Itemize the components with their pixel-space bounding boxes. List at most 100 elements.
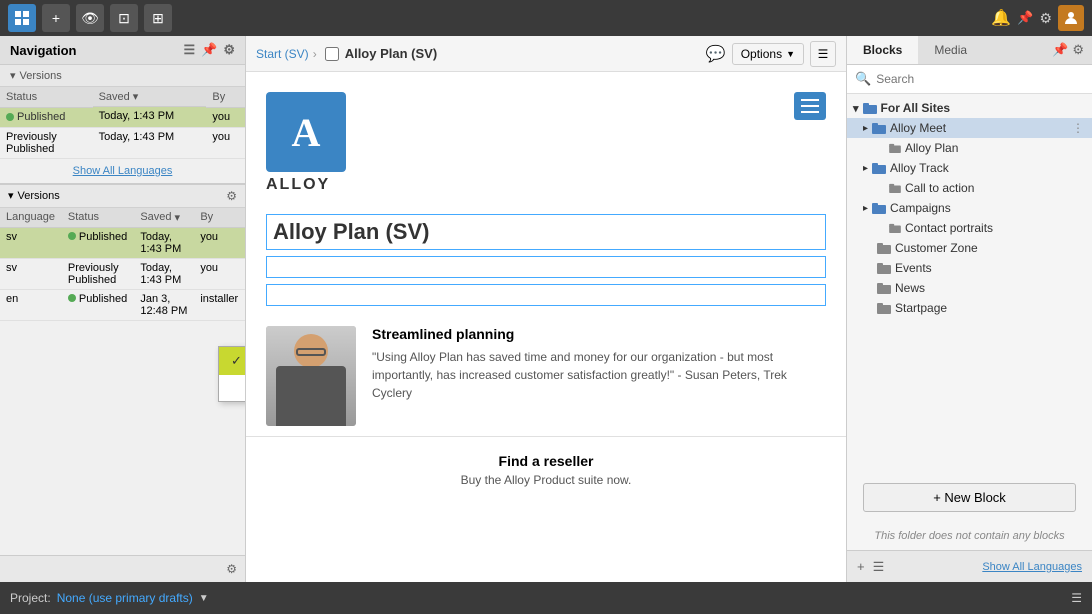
context-menu-item-remove-gadget[interactable]: Remove Gadget	[219, 375, 246, 401]
tree-item-events[interactable]: Events	[847, 258, 1092, 278]
campaigns-label: Campaigns	[890, 201, 951, 215]
show-all-languages-link-top[interactable]: Show All Languages	[0, 159, 245, 183]
saved-header2[interactable]: Saved ▾	[134, 208, 194, 228]
ham-line-1	[801, 99, 819, 101]
tree-item-call-to-action[interactable]: Call to action	[847, 178, 1092, 198]
context-menu-item-show-content[interactable]: ✓ Show Content in Current Language Only	[219, 347, 246, 375]
new-block-button[interactable]: + New Block	[863, 483, 1076, 512]
tree-item-campaigns[interactable]: ▸ Campaigns	[847, 198, 1092, 218]
versions-table-1: Status Saved ▾ By Published	[0, 87, 245, 159]
tree-item-news[interactable]: News	[847, 278, 1092, 298]
saved-dropdown-arrow: ▾	[133, 90, 139, 103]
gear-right-icon[interactable]: ⚙	[1072, 42, 1084, 58]
text-input-2[interactable]	[266, 284, 826, 306]
reseller-text: Buy the Alloy Product suite now.	[266, 473, 826, 487]
folder-meet-icon	[872, 122, 886, 134]
project-dropdown-arrow[interactable]: ▼	[199, 593, 209, 604]
alloy-meet-label: Alloy Meet	[890, 121, 946, 135]
tree-item-contact-portraits[interactable]: Contact portraits	[847, 218, 1092, 238]
pin-header-icon[interactable]: 📌	[201, 42, 217, 58]
breadcrumb-start[interactable]: Start (SV)	[256, 47, 309, 61]
lang-cell: sv	[0, 258, 62, 289]
page-checkbox[interactable]	[325, 47, 339, 61]
right-panel: Blocks Media 📌 ⚙ 🔍 ▾ For All Sites ▸ All…	[846, 36, 1092, 582]
project-link[interactable]: None (use primary drafts)	[57, 591, 193, 605]
by-cell2: installer	[194, 289, 245, 320]
content-area: A ALLOY	[246, 72, 846, 582]
list-icon-bottom[interactable]: ☰	[873, 559, 885, 575]
folder-sp-icon	[877, 302, 891, 314]
table-row[interactable]: sv PreviouslyPublished Today,1:43 PM you	[0, 258, 245, 289]
section-quote: "Using Alloy Plan has saved time and mon…	[372, 348, 826, 402]
show-all-languages-link-right[interactable]: Show All Languages	[982, 561, 1082, 573]
pin-icon[interactable]: 📌	[1017, 10, 1033, 26]
tree-item-alloy-track[interactable]: ▸ Alloy Track	[847, 158, 1092, 178]
center-panel: Start (SV) › Alloy Plan (SV) 💬 Options ▼…	[246, 36, 846, 582]
table-row[interactable]: en Published Jan 3,12:48 PM installer	[0, 289, 245, 320]
alloy-track-label: Alloy Track	[890, 161, 949, 175]
news-label: News	[895, 281, 925, 295]
kebab-meet[interactable]: ⋮	[1072, 121, 1084, 135]
add-btn[interactable]: +	[42, 4, 70, 32]
add-icon-bottom[interactable]: +	[857, 559, 865, 574]
bell-icon[interactable]: 🔔	[991, 8, 1011, 28]
context-menu: ✓ Show Content in Current Language Only …	[218, 346, 246, 402]
text-input-1[interactable]	[266, 256, 826, 278]
tree-item-root[interactable]: ▾ For All Sites	[847, 98, 1092, 118]
saved-header[interactable]: Saved ▾	[93, 87, 207, 107]
list-view-button[interactable]: ☰	[810, 41, 836, 67]
alloy-logo: A	[266, 92, 346, 172]
hamburger-button[interactable]	[794, 92, 826, 120]
pin-right-icon[interactable]: 📌	[1052, 42, 1068, 58]
table-row[interactable]: PreviouslyPublished Today, 1:43 PM you	[0, 127, 245, 158]
gear-versions2[interactable]: ⚙	[226, 189, 237, 203]
tree-item-customer-zone[interactable]: Customer Zone	[847, 238, 1092, 258]
section-heading: Streamlined planning	[372, 326, 826, 342]
options-button[interactable]: Options ▼	[732, 43, 804, 65]
page-heading-section	[246, 204, 846, 316]
status-header: Status	[0, 87, 93, 107]
person-glasses	[296, 348, 326, 356]
status-dot-sv1	[68, 232, 76, 240]
chat-icon[interactable]: 💬	[706, 44, 726, 64]
table-row[interactable]: Published Today, 1:43 PM you	[0, 107, 245, 127]
bottom-bar: Project: None (use primary drafts) ▼ ☰	[0, 582, 1092, 614]
avatar[interactable]	[1058, 5, 1084, 31]
toggle-arrow-2[interactable]: ▾	[8, 189, 14, 202]
tab-media[interactable]: Media	[918, 36, 983, 64]
tree-item-startpage[interactable]: Startpage	[847, 298, 1092, 318]
status-cell2: PreviouslyPublished	[62, 258, 134, 289]
header-icons: ☰ 📌 ⚙	[184, 42, 236, 58]
folder-cp-icon	[889, 223, 901, 233]
status-badge: Published	[6, 111, 65, 123]
gear-footer[interactable]: ⚙	[226, 562, 237, 576]
tree-item-alloy-plan[interactable]: Alloy Plan	[847, 138, 1092, 158]
tree-item-alloy-meet[interactable]: ▸ Alloy Meet ⋮	[847, 118, 1092, 138]
lang-cell: en	[0, 289, 62, 320]
search-input[interactable]	[876, 72, 1084, 86]
by-cell2: you	[194, 258, 245, 289]
gear-icon[interactable]: ⚙	[1039, 10, 1052, 27]
preview-btn[interactable]: 👁	[76, 4, 104, 32]
toggle-arrow-1: ▾	[10, 69, 16, 82]
person-image	[266, 326, 356, 426]
page-heading-input[interactable]	[266, 214, 826, 250]
logo-text: ALLOY	[266, 176, 826, 194]
versions-title-1[interactable]: ▾ Versions	[0, 65, 245, 87]
startpage-label: Startpage	[895, 301, 947, 315]
customer-zone-label: Customer Zone	[895, 241, 978, 255]
tab-blocks[interactable]: Blocks	[847, 36, 918, 64]
gear-header-icon[interactable]: ⚙	[223, 42, 235, 58]
list-icon[interactable]: ☰	[184, 42, 196, 58]
lang-cell: sv	[0, 227, 62, 258]
expand-btn[interactable]: ⊞	[144, 4, 172, 32]
reseller-title: Find a reseller	[266, 453, 826, 469]
grid-icon-btn[interactable]	[8, 4, 36, 32]
right-bottom-bar: + ☰ Show All Languages	[847, 550, 1092, 582]
eye-icon: 👁	[81, 10, 99, 27]
compare-btn[interactable]: ⊡	[110, 4, 138, 32]
toolbar-right: 🔔 📌 ⚙	[991, 5, 1084, 31]
status-dot-en	[68, 294, 76, 302]
bottom-list-icon[interactable]: ☰	[1071, 591, 1082, 605]
table-row[interactable]: sv Published Today,1:43 PM you	[0, 227, 245, 258]
